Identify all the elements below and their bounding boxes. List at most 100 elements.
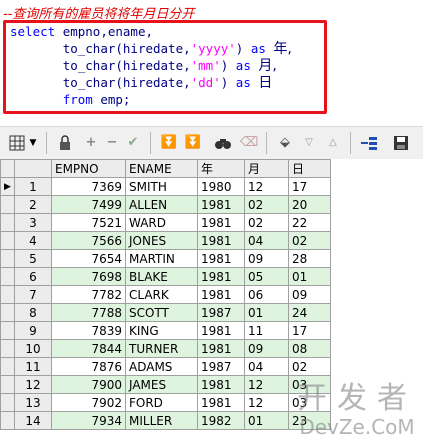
column-header-month[interactable]: 月 (244, 159, 289, 178)
add-row-icon[interactable]: + (82, 134, 100, 152)
cell-day[interactable]: 17 (288, 321, 331, 340)
cell-year[interactable]: 1987 (197, 303, 245, 322)
cell-empno[interactable]: 7499 (51, 195, 126, 214)
table-row[interactable]: 10 7844 TURNER 1981 09 08 (0, 339, 331, 358)
row-number[interactable]: 4 (14, 231, 52, 250)
cell-empno[interactable]: 7839 (51, 321, 126, 340)
cell-day[interactable]: 03 (288, 393, 331, 412)
cell-empno[interactable]: 7934 (51, 411, 126, 430)
table-row[interactable]: 4 7566 JONES 1981 04 02 (0, 231, 331, 250)
cell-empno[interactable]: 7900 (51, 375, 126, 394)
cell-month[interactable]: 04 (244, 231, 289, 250)
prev-icon[interactable]: △ (324, 134, 342, 152)
cell-empno[interactable]: 7566 (51, 231, 126, 250)
last-record-icon[interactable]: ⏬ (184, 134, 202, 152)
row-number[interactable]: 8 (14, 303, 52, 322)
cell-day[interactable]: 17 (288, 177, 331, 196)
cell-ename[interactable]: SMITH (125, 177, 198, 196)
cell-ename[interactable]: MARTIN (125, 249, 198, 268)
cell-month[interactable]: 02 (244, 195, 289, 214)
column-header-empno[interactable]: EMPNO (51, 159, 126, 178)
cell-month[interactable]: 05 (244, 267, 289, 286)
cell-month[interactable]: 12 (244, 375, 289, 394)
cell-year[interactable]: 1981 (197, 267, 245, 286)
cell-year[interactable]: 1981 (197, 249, 245, 268)
cell-empno[interactable]: 7521 (51, 213, 126, 232)
cell-day[interactable]: 23 (288, 411, 331, 430)
cell-month[interactable]: 04 (244, 357, 289, 376)
row-number[interactable]: 7 (14, 285, 52, 304)
cell-year[interactable]: 1980 (197, 177, 245, 196)
cell-month[interactable]: 01 (244, 303, 289, 322)
cell-month[interactable]: 02 (244, 213, 289, 232)
cell-ename[interactable]: ALLEN (125, 195, 198, 214)
grid-layout-icon[interactable] (8, 134, 26, 152)
query-icon[interactable]: ⬙ (276, 134, 294, 152)
cell-month[interactable]: 11 (244, 321, 289, 340)
row-number[interactable]: 9 (14, 321, 52, 340)
column-header-day[interactable]: 日 (288, 159, 331, 178)
cell-empno[interactable]: 7844 (51, 339, 126, 358)
table-row[interactable]: 3 7521 WARD 1981 02 22 (0, 213, 331, 232)
sql-editor-highlight[interactable]: select empno,ename, to_char(hiredate,'yy… (3, 20, 327, 114)
cell-year[interactable]: 1987 (197, 357, 245, 376)
row-number[interactable]: 11 (14, 357, 52, 376)
table-row[interactable]: 5 7654 MARTIN 1981 09 28 (0, 249, 331, 268)
cell-ename[interactable]: JAMES (125, 375, 198, 394)
cell-year[interactable]: 1982 (197, 411, 245, 430)
cell-empno[interactable]: 7876 (51, 357, 126, 376)
cell-day[interactable]: 20 (288, 195, 331, 214)
lock-icon[interactable] (56, 134, 74, 152)
row-number[interactable]: 3 (14, 213, 52, 232)
cell-ename[interactable]: CLARK (125, 285, 198, 304)
cell-day[interactable]: 24 (288, 303, 331, 322)
cell-empno[interactable]: 7654 (51, 249, 126, 268)
result-grid[interactable]: EMPNO ENAME 年 月 日 ▶ 1 7369 SMITH 1980 12 17 2 74… (0, 159, 423, 444)
column-header-ename[interactable]: ENAME (125, 159, 198, 178)
cell-year[interactable]: 1981 (197, 393, 245, 412)
cell-year[interactable]: 1981 (197, 339, 245, 358)
cell-month[interactable]: 06 (244, 285, 289, 304)
cell-ename[interactable]: ADAMS (125, 357, 198, 376)
cell-ename[interactable]: JONES (125, 231, 198, 250)
table-row[interactable]: ▶ 1 7369 SMITH 1980 12 17 (0, 177, 331, 196)
cell-ename[interactable]: FORD (125, 393, 198, 412)
cell-month[interactable]: 09 (244, 249, 289, 268)
cell-month[interactable]: 12 (244, 177, 289, 196)
table-row[interactable]: 13 7902 FORD 1981 12 03 (0, 393, 331, 412)
column-header-year[interactable]: 年 (197, 159, 245, 178)
table-row[interactable]: 11 7876 ADAMS 1987 04 02 (0, 357, 331, 376)
row-number[interactable]: 10 (14, 339, 52, 358)
first-record-icon[interactable]: ⏬ (160, 134, 178, 152)
cell-year[interactable]: 1981 (197, 285, 245, 304)
row-number[interactable]: 14 (14, 411, 52, 430)
cell-year[interactable]: 1981 (197, 213, 245, 232)
cell-year[interactable]: 1981 (197, 195, 245, 214)
cell-day[interactable]: 28 (288, 249, 331, 268)
next-icon[interactable]: ▽ (300, 134, 318, 152)
cell-month[interactable]: 09 (244, 339, 289, 358)
table-row[interactable]: 8 7788 SCOTT 1987 01 24 (0, 303, 331, 322)
cell-empno[interactable]: 7902 (51, 393, 126, 412)
save-icon[interactable] (392, 134, 410, 152)
table-row[interactable]: 2 7499 ALLEN 1981 02 20 (0, 195, 331, 214)
cell-day[interactable]: 02 (288, 357, 331, 376)
cell-ename[interactable]: SCOTT (125, 303, 198, 322)
cell-year[interactable]: 1981 (197, 231, 245, 250)
dropdown-arrow-icon[interactable]: ▼ (28, 134, 38, 152)
cell-ename[interactable]: TURNER (125, 339, 198, 358)
clear-icon[interactable]: ⌫ (240, 134, 258, 152)
cell-empno[interactable]: 7788 (51, 303, 126, 322)
cell-year[interactable]: 1981 (197, 321, 245, 340)
cell-ename[interactable]: KING (125, 321, 198, 340)
cell-empno[interactable]: 7698 (51, 267, 126, 286)
cell-ename[interactable]: WARD (125, 213, 198, 232)
row-number[interactable]: 12 (14, 375, 52, 394)
cell-day[interactable]: 08 (288, 339, 331, 358)
cell-day[interactable]: 09 (288, 285, 331, 304)
delete-row-icon[interactable]: − (103, 134, 121, 152)
table-row[interactable]: 9 7839 KING 1981 11 17 (0, 321, 331, 340)
table-row[interactable]: 14 7934 MILLER 1982 01 23 (0, 411, 331, 430)
cell-day[interactable]: 22 (288, 213, 331, 232)
cell-day[interactable]: 02 (288, 231, 331, 250)
